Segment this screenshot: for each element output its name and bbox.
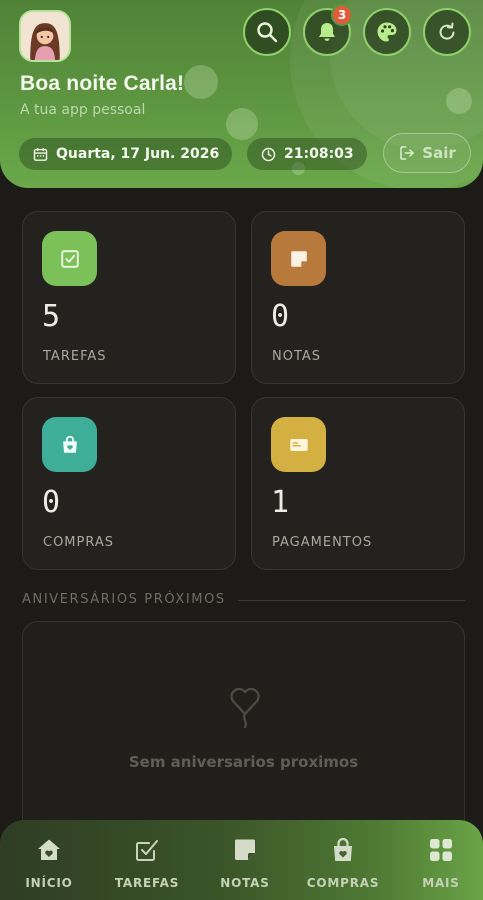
card-notes-value: 0 <box>271 299 290 334</box>
card-payments-icon-box <box>271 417 326 472</box>
home-icon <box>38 839 60 860</box>
nav-label-notes: NOTAS <box>220 876 270 890</box>
decorative-bubble <box>446 88 472 114</box>
heart-balloon-icon <box>230 687 260 728</box>
notifications-button[interactable]: 3 <box>303 4 353 56</box>
clock-icon <box>261 147 276 161</box>
nav-item-home[interactable]: INÍCIO <box>14 820 84 900</box>
card-payments-label: PAGAMENTOS <box>272 535 373 550</box>
decorative-bubble <box>226 108 258 140</box>
bottom-nav: INÍCIO TAREFAS NOTAS COMPRAS MAIS <box>0 820 483 900</box>
card-shopping-icon-box <box>42 417 97 472</box>
nav-label-home: INÍCIO <box>25 876 73 890</box>
calendar-icon <box>33 147 48 161</box>
nav-label-tasks: TAREFAS <box>114 876 180 890</box>
card-notes[interactable]: 0 NOTAS <box>251 211 465 384</box>
card-notes-icon-box <box>271 231 326 286</box>
shopping-bag-icon <box>62 435 77 453</box>
logout-label: Sair <box>422 144 456 162</box>
card-notes-label: NOTAS <box>272 349 322 364</box>
shopping-bag-icon <box>334 837 352 861</box>
grid-icon <box>430 839 452 861</box>
nav-item-notes[interactable]: NOTAS <box>210 820 280 900</box>
greeting: Boa noite Carla! <box>20 72 185 95</box>
refresh-icon <box>439 22 455 40</box>
header: 3 Boa noite Carla! A tua app pessoal Qua… <box>0 0 483 188</box>
subtitle: A tua app pessoal <box>20 102 146 118</box>
avatar[interactable] <box>19 10 71 62</box>
nav-label-more: MAIS <box>422 876 460 890</box>
search-icon <box>257 22 278 43</box>
nav-label-shopping: COMPRAS <box>306 876 380 890</box>
card-tasks[interactable]: 5 TAREFAS <box>22 211 236 384</box>
card-tasks-value: 5 <box>42 299 61 334</box>
time-text: 21:08:03 <box>284 146 354 162</box>
palette-icon <box>377 22 397 42</box>
birthdays-title: ANIVERSÁRIOS PRÓXIMOS <box>22 592 226 607</box>
card-icon <box>289 438 308 451</box>
card-payments-value: 1 <box>271 485 290 520</box>
logout-icon <box>400 146 415 160</box>
theme-button[interactable] <box>363 8 411 56</box>
birthdays-panel: Sem aniversarios proximos <box>22 621 465 851</box>
app-root: 3 Boa noite Carla! A tua app pessoal Qua… <box>0 0 483 900</box>
note-icon <box>290 250 307 267</box>
nav-item-tasks[interactable]: TAREFAS <box>112 820 182 900</box>
section-divider <box>238 600 465 601</box>
decorative-bubble <box>184 65 218 99</box>
card-payments[interactable]: 1 PAGAMENTOS <box>251 397 465 570</box>
refresh-button[interactable] <box>423 8 471 56</box>
card-shopping-value: 0 <box>42 485 61 520</box>
birthdays-empty-text: Sem aniversarios proximos <box>128 753 359 771</box>
check-icon <box>60 249 79 268</box>
search-button[interactable] <box>243 8 291 56</box>
nav-item-shopping[interactable]: COMPRAS <box>306 820 380 900</box>
time-pill: 21:08:03 <box>247 138 367 170</box>
date-pill: Quarta, 17 Jun. 2026 <box>19 138 233 170</box>
notification-badge: 3 <box>331 4 353 26</box>
card-tasks-icon-box <box>42 231 97 286</box>
card-tasks-label: TAREFAS <box>43 349 107 364</box>
card-shopping[interactable]: 0 COMPRAS <box>22 397 236 570</box>
check-icon <box>136 840 158 861</box>
logout-button[interactable]: Sair <box>383 133 471 173</box>
nav-item-more[interactable]: MAIS <box>406 820 476 900</box>
date-text: Quarta, 17 Jun. 2026 <box>56 146 220 162</box>
note-icon <box>235 839 255 860</box>
card-shopping-label: COMPRAS <box>43 535 115 550</box>
